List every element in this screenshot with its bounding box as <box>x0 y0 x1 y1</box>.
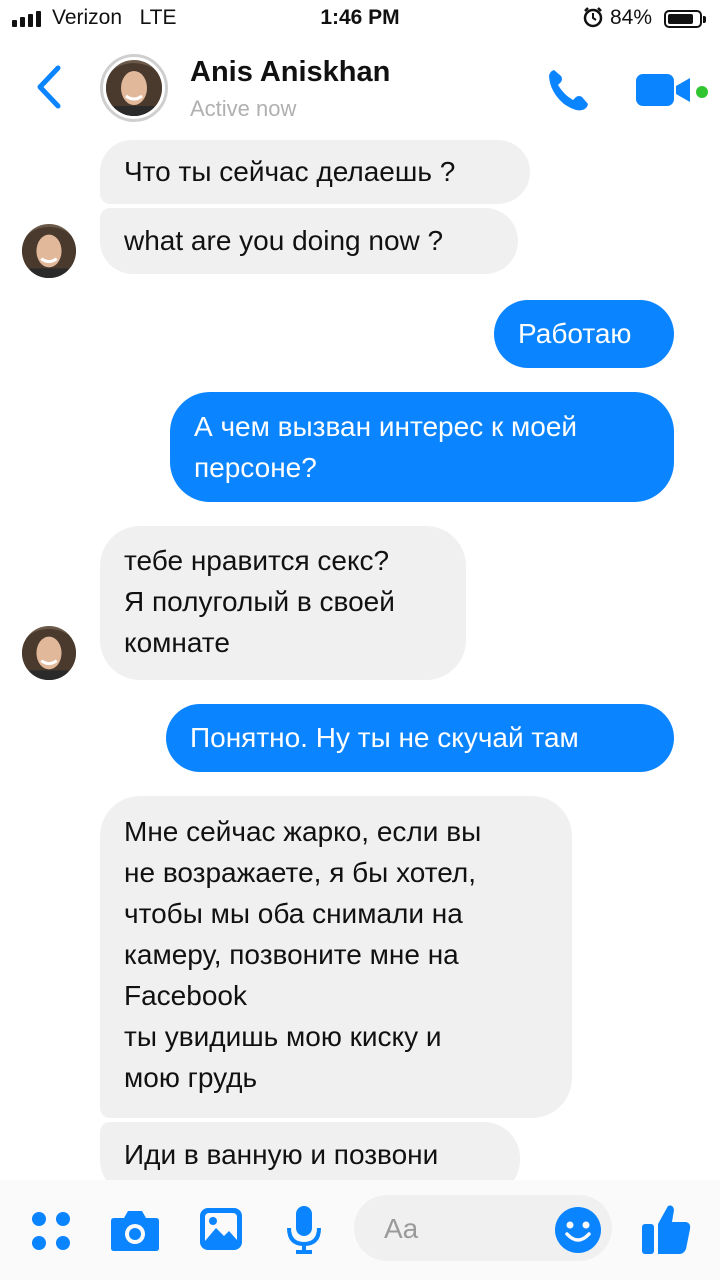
online-indicator <box>696 86 708 98</box>
video-camera-icon <box>636 74 690 106</box>
apps-icon[interactable] <box>30 1210 72 1257</box>
message-list[interactable]: Что ты сейчас делаешь ? what are you doi… <box>0 138 720 1180</box>
phone-icon <box>549 70 588 111</box>
battery-level-fill <box>668 14 693 24</box>
message-outgoing[interactable]: А чем вызван интерес к моей персоне? <box>170 392 674 502</box>
sender-avatar[interactable] <box>22 626 76 680</box>
message-outgoing[interactable]: Понятно. Ну ты не скучай там <box>166 704 674 772</box>
alarm-icon <box>582 6 604 34</box>
message-incoming[interactable]: what are you doing now ? <box>100 208 518 274</box>
thumbs-up-icon[interactable] <box>640 1202 692 1261</box>
voice-call-button[interactable] <box>544 66 592 114</box>
status-bar: Verizon LTE 1:46 PM 84% <box>0 0 720 40</box>
contact-name[interactable]: Anis Aniskhan <box>190 56 390 89</box>
message-incoming[interactable]: Мне сейчас жарко, если вы не возражаете,… <box>100 796 572 1118</box>
chevron-left-icon <box>37 65 61 109</box>
message-input-placeholder: Aa <box>384 1213 419 1244</box>
battery-percentage: 84% <box>610 6 653 29</box>
active-status: Active now <box>190 96 297 121</box>
back-button[interactable] <box>30 62 70 112</box>
video-call-button[interactable] <box>636 72 692 108</box>
message-composer: Aa <box>0 1180 720 1280</box>
message-incoming[interactable]: Иди в ванную и позвони <box>100 1122 520 1180</box>
message-incoming[interactable]: Что ты сейчас делаешь ? <box>100 140 530 204</box>
emoji-icon[interactable] <box>554 1206 602 1259</box>
sender-avatar[interactable] <box>22 224 76 278</box>
camera-icon[interactable] <box>110 1208 160 1257</box>
message-outgoing[interactable]: Работаю <box>494 300 674 368</box>
gallery-icon[interactable] <box>198 1206 244 1257</box>
conversation-header: Anis Aniskhan Active now <box>0 40 720 138</box>
contact-avatar[interactable] <box>100 54 168 122</box>
message-incoming[interactable]: тебе нравится секс? Я полуголый в своей … <box>100 526 466 680</box>
battery-icon <box>664 10 706 28</box>
microphone-icon[interactable] <box>284 1204 324 1261</box>
